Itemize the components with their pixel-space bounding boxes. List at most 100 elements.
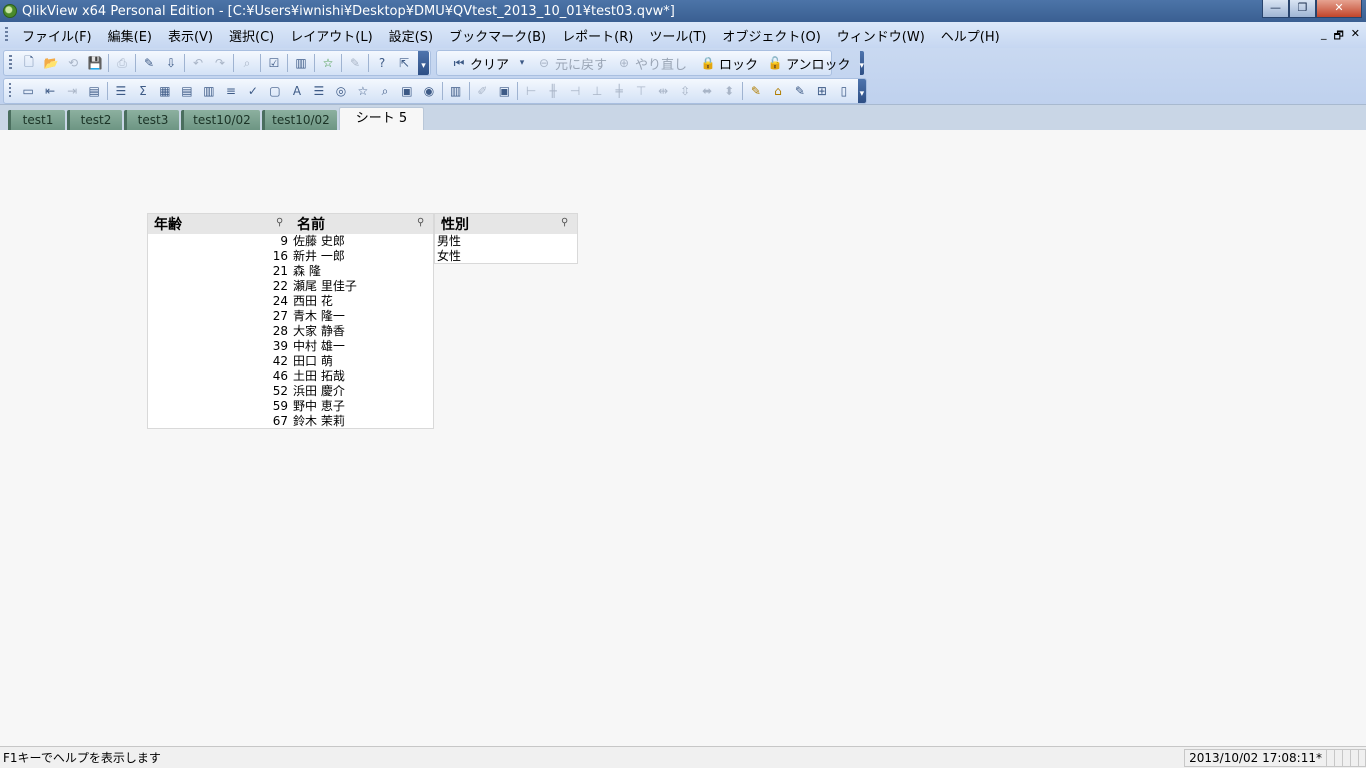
chart-wizard-icon[interactable]: ▥ (293, 55, 309, 71)
distribute-vertical-icon[interactable]: ⇳ (677, 83, 693, 99)
input-box-icon[interactable]: ≡ (223, 83, 239, 99)
text-object-icon[interactable]: A (289, 83, 305, 99)
maximize-button[interactable]: ❐ (1289, 0, 1316, 18)
menu-selections[interactable]: 選択(C) (221, 26, 282, 45)
button-object-icon[interactable]: ▢ (267, 83, 283, 99)
slider-icon[interactable]: ◎ (333, 83, 349, 99)
current-selections-icon[interactable]: ✓ (245, 83, 261, 99)
list-item[interactable]: 森 隆 (293, 264, 357, 279)
context-help-icon[interactable]: ⇱ (396, 55, 412, 71)
list-item[interactable]: 21 (148, 264, 288, 279)
new-document-icon[interactable]: 🗋 (21, 55, 37, 71)
reload-icon[interactable]: ⟲ (65, 55, 81, 71)
tab-test1[interactable]: test1 (8, 110, 65, 130)
undo-layout-icon[interactable]: ↶ (190, 55, 206, 71)
list-item[interactable]: 52 (148, 384, 288, 399)
listbox-gender[interactable]: 性別 ⚲ 男性 女性 (434, 213, 578, 264)
edit-expression-icon[interactable]: ✎ (792, 83, 808, 99)
menu-layout[interactable]: レイアウト(L) (282, 26, 380, 45)
list-item[interactable]: 男性 (437, 234, 577, 249)
multi-box-icon[interactable]: ▤ (179, 83, 195, 99)
save-icon[interactable]: 💾 (87, 55, 103, 71)
list-item[interactable]: 新井 一郎 (293, 249, 357, 264)
menu-file[interactable]: ファイル(F) (14, 26, 100, 45)
name-search-icon[interactable]: ⚲ (417, 217, 429, 229)
toolbar-grip[interactable] (5, 27, 8, 43)
chart-icon[interactable]: ▥ (201, 83, 217, 99)
align-bottom-icon[interactable]: ⊥ (589, 83, 605, 99)
age-search-icon[interactable]: ⚲ (276, 217, 288, 229)
list-item[interactable]: 9 (148, 234, 288, 249)
redo-button[interactable]: やり直し (635, 54, 687, 73)
table-viewer-icon[interactable]: ⊞ (814, 83, 830, 99)
demote-sheet-icon[interactable]: ⇥ (64, 83, 80, 99)
list-item[interactable]: 土田 拓哉 (293, 369, 357, 384)
list-item[interactable]: 田口 萌 (293, 354, 357, 369)
clear-button[interactable]: クリア (470, 54, 509, 73)
list-item[interactable]: 46 (148, 369, 288, 384)
edit-script-icon[interactable]: ✎ (141, 55, 157, 71)
tab-test3[interactable]: test3 (124, 110, 179, 130)
menu-object[interactable]: オブジェクト(O) (714, 26, 828, 45)
promote-sheet-icon[interactable]: ⇤ (42, 83, 58, 99)
list-item[interactable]: 西田 花 (293, 294, 357, 309)
list-item[interactable]: 28 (148, 324, 288, 339)
menu-help[interactable]: ヘルプ(H) (933, 26, 1008, 45)
menu-reports[interactable]: レポート(R) (554, 26, 641, 45)
bookmark-object-icon[interactable]: ☆ (355, 83, 371, 99)
search-object-icon[interactable]: ⌕ (377, 83, 393, 99)
unlock-button[interactable]: アンロック (786, 54, 850, 73)
tab-sheet5[interactable]: シート 5 (339, 107, 424, 131)
align-center-icon[interactable]: ╫ (545, 83, 561, 99)
tab-test10-02-a[interactable]: test10/02 (181, 110, 260, 130)
line-arrow-icon[interactable]: ☰ (311, 83, 327, 99)
document-icon[interactable]: ▯ (836, 83, 852, 99)
close-button[interactable]: ✕ (1316, 0, 1362, 18)
sheet-properties-icon[interactable]: ▤ (86, 83, 102, 99)
distribute-horizontal-icon[interactable]: ⇹ (655, 83, 671, 99)
menu-tools[interactable]: ツール(T) (641, 26, 714, 45)
list-item[interactable]: 瀬尾 里佳子 (293, 279, 357, 294)
list-item[interactable]: 39 (148, 339, 288, 354)
list-item[interactable]: 24 (148, 294, 288, 309)
align-right-icon[interactable]: ⊣ (567, 83, 583, 99)
align-top-icon[interactable]: ⊤ (633, 83, 649, 99)
reload-data-icon[interactable]: ⇩ (163, 55, 179, 71)
brush-icon[interactable]: ✐ (474, 83, 490, 99)
list-item[interactable]: 大家 静香 (293, 324, 357, 339)
list-item[interactable]: 佐藤 史郎 (293, 234, 357, 249)
menu-bookmarks[interactable]: ブックマーク(B) (441, 26, 554, 45)
align-middle-icon[interactable]: ╪ (611, 83, 627, 99)
minimize-button[interactable]: — (1262, 0, 1289, 18)
list-item[interactable]: 中村 雄一 (293, 339, 357, 354)
list-item[interactable]: 青木 隆一 (293, 309, 357, 324)
layout-grid-icon[interactable]: ▣ (496, 83, 512, 99)
help-icon[interactable]: ? (374, 55, 390, 71)
container-icon[interactable]: ▣ (399, 83, 415, 99)
toolbar-options-icon[interactable]: ▾ (857, 79, 866, 103)
menu-view[interactable]: 表示(V) (160, 26, 221, 45)
list-item[interactable]: 野中 恵子 (293, 399, 357, 414)
list-item[interactable]: 27 (148, 309, 288, 324)
same-width-icon[interactable]: ⬌ (699, 83, 715, 99)
align-left-icon[interactable]: ⊢ (523, 83, 539, 99)
list-item[interactable]: 鈴木 茉莉 (293, 414, 357, 429)
properties-icon[interactable]: ✎ (748, 83, 764, 99)
listbox-age-name[interactable]: 年齢 ⚲ 名前 ⚲ 9 16 21 22 24 27 28 39 42 46 5… (147, 213, 434, 429)
chevron-down-icon[interactable]: ▾ (518, 55, 526, 71)
tab-test10-02-b[interactable]: test10/02 (262, 110, 337, 130)
list-item[interactable]: 42 (148, 354, 288, 369)
toolbar-grip[interactable] (9, 55, 12, 71)
format-painter-icon[interactable]: ▥ (448, 83, 464, 99)
toolbar-options-icon[interactable]: ▾ (418, 51, 429, 75)
checkbox-icon[interactable]: ☑ (266, 55, 282, 71)
listbox-icon[interactable]: ☰ (113, 83, 129, 99)
new-sheet-icon[interactable]: ▭ (20, 83, 36, 99)
tab-test2[interactable]: test2 (67, 110, 122, 130)
undo-button[interactable]: 元に戻す (555, 54, 607, 73)
toolbar-options-icon[interactable]: ▾ (859, 51, 865, 75)
redo-layout-icon[interactable]: ↷ (212, 55, 228, 71)
search-icon[interactable]: ⌕ (239, 55, 255, 71)
edit-note-icon[interactable]: ✎ (347, 55, 363, 71)
lock-button[interactable]: ロック (719, 54, 758, 73)
